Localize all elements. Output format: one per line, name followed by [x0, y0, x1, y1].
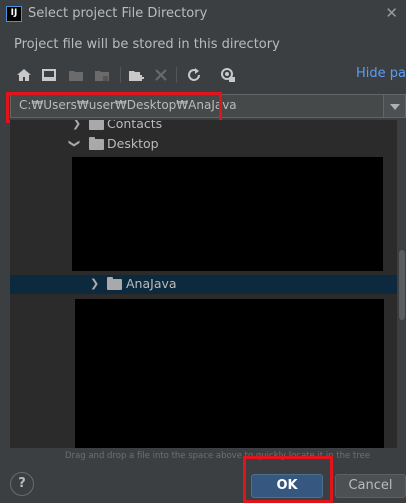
- highlight-annotation-ok: [243, 456, 333, 503]
- title-bar: IJ Select project File Directory ✕: [0, 0, 406, 30]
- help-button[interactable]: ?: [10, 472, 34, 496]
- path-history-dropdown[interactable]: [384, 94, 406, 118]
- new-folder-icon[interactable]: [128, 67, 144, 83]
- tree-row-label: Contacts: [107, 120, 163, 131]
- chevron-down-icon: [390, 104, 400, 110]
- highlight-annotation-path: [6, 92, 222, 123]
- folder-icon: [89, 120, 104, 130]
- tree-scrollbar[interactable]: [398, 120, 406, 448]
- hide-path-link[interactable]: Hide path: [356, 66, 406, 81]
- cancel-button[interactable]: Cancel: [335, 474, 406, 498]
- toolbar-separator: [120, 67, 121, 83]
- scrollbar-thumb[interactable]: [399, 250, 405, 320]
- folder-icon: [89, 137, 104, 150]
- desktop-icon[interactable]: [41, 67, 57, 83]
- module-folder-icon: [95, 71, 109, 81]
- tree-row-desktop[interactable]: ❯ Desktop: [10, 135, 397, 154]
- delete-icon: [155, 69, 167, 81]
- tree-row-label: Desktop: [107, 136, 159, 151]
- home-icon[interactable]: [16, 67, 32, 83]
- close-icon[interactable]: ✕: [385, 4, 398, 22]
- intellij-app-icon: IJ: [6, 6, 22, 22]
- chevron-right-icon[interactable]: ❯: [72, 120, 81, 130]
- chevron-down-icon[interactable]: ❯: [68, 139, 81, 148]
- project-folder-icon: [69, 71, 83, 81]
- tree-row-anajava[interactable]: ❯ AnaJava: [10, 275, 397, 294]
- file-chooser-toolbar: Hide path: [10, 63, 406, 87]
- toolbar-separator: [176, 67, 177, 83]
- redacted-region: [72, 157, 383, 271]
- directory-tree[interactable]: ❯ Contacts ❯ Desktop ❯ AnaJava: [10, 120, 397, 448]
- tree-row-contacts[interactable]: ❯ Contacts: [10, 120, 397, 134]
- show-hidden-icon[interactable]: [220, 67, 236, 83]
- folder-icon: [107, 277, 122, 290]
- dialog-description: Project file will be stored in this dire…: [14, 37, 280, 52]
- tree-row-label: AnaJava: [126, 276, 177, 291]
- window-title: Select project File Directory: [28, 6, 208, 21]
- chevron-right-icon[interactable]: ❯: [90, 277, 99, 290]
- redacted-region: [75, 299, 384, 448]
- refresh-icon[interactable]: [186, 67, 202, 83]
